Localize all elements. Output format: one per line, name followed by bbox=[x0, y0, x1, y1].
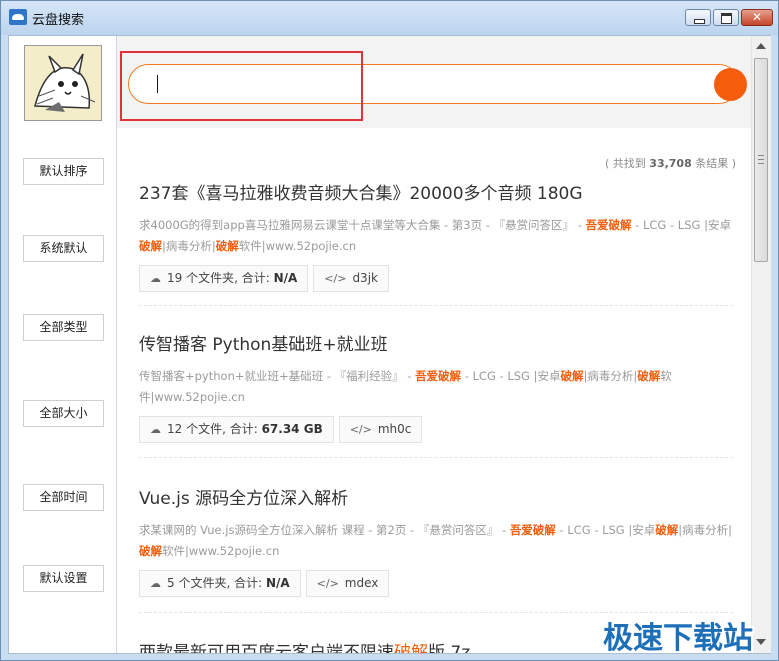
result-item: 传智播客 Python基础班+就业班 传智播客+python+就业班+基础班 -… bbox=[139, 330, 733, 444]
watermark-logo: 极速下载站 bbox=[603, 621, 753, 656]
maximize-icon bbox=[714, 10, 738, 25]
avatar-image bbox=[25, 46, 101, 120]
extract-code-tag[interactable]: </> d3jk bbox=[313, 265, 389, 292]
result-meta: ☁ 12 个文件, 合计: 67.34 GB </> mh0c bbox=[139, 416, 733, 444]
results-list[interactable]: ( 共找到 33,708 条结果 ) 237套《喜马拉雅收费音频大合集》2000… bbox=[117, 128, 751, 653]
result-title[interactable]: 传智播客 Python基础班+就业班 bbox=[139, 330, 733, 355]
sidebar: 默认排序 系统默认 全部类型 全部大小 全部时间 默认设置 bbox=[9, 36, 117, 653]
extract-code-tag[interactable]: </> mdex bbox=[305, 570, 390, 597]
minimize-icon bbox=[686, 10, 710, 25]
search-button[interactable] bbox=[714, 68, 747, 101]
file-info-tag: ☁ 19 个文件夹, 合计: N/A bbox=[139, 265, 309, 292]
code-icon: </> bbox=[316, 577, 339, 590]
cloud-app-icon bbox=[9, 9, 27, 25]
minimize-button[interactable] bbox=[685, 9, 711, 26]
result-item: Vue.js 源码全方位深入解析 求某课网的 Vue.js源码全方位深入解析 课… bbox=[139, 484, 733, 598]
maximize-button[interactable] bbox=[713, 9, 739, 26]
default-settings-button[interactable]: 默认设置 bbox=[23, 565, 104, 592]
code-icon: </> bbox=[324, 272, 347, 285]
divider bbox=[139, 457, 733, 459]
result-description: 求4000G的得到app喜马拉雅网易云课堂十点课堂等大合集 - 第3页 - 『悬… bbox=[139, 218, 731, 253]
result-item: 237套《喜马拉雅收费音频大合集》20000多个音频 180G 求4000G的得… bbox=[139, 179, 733, 293]
result-meta: ☁ 5 个文件夹, 合计: N/A </> mdex bbox=[139, 570, 733, 598]
client-area: 默认排序 系统默认 全部类型 全部大小 全部时间 默认设置 ( 共找到 33,7… bbox=[8, 35, 771, 654]
divider bbox=[139, 305, 733, 307]
cloud-icon: ☁ bbox=[150, 577, 161, 590]
scrollbar-thumb[interactable] bbox=[754, 58, 768, 262]
result-title[interactable]: 237套《喜马拉雅收费音频大合集》20000多个音频 180G bbox=[139, 179, 733, 204]
window-title: 云盘搜索 bbox=[32, 13, 85, 28]
vertical-scrollbar[interactable] bbox=[751, 36, 771, 653]
scroll-up-arrow-icon[interactable] bbox=[756, 43, 766, 49]
all-sizes-button[interactable]: 全部大小 bbox=[23, 400, 104, 427]
result-count: ( 共找到 33,708 条结果 ) bbox=[605, 157, 737, 170]
title-bar[interactable]: 云盘搜索 ✕ bbox=[1, 1, 778, 35]
cloud-icon: ☁ bbox=[150, 423, 161, 436]
all-types-button[interactable]: 全部类型 bbox=[23, 314, 104, 341]
result-description: 传智播客+python+就业班+基础班 - 『福利经验』 - 吾爱破解 - LC… bbox=[139, 369, 672, 404]
app-window: 云盘搜索 ✕ 默认排序 系统默认 全部类型 全部大小 全部时间 默认设置 (共… bbox=[0, 0, 779, 661]
cloud-icon: ☁ bbox=[150, 272, 161, 285]
file-info-tag: ☁ 5 个文件夹, 合计: N/A bbox=[139, 570, 301, 597]
grip-icon bbox=[758, 155, 764, 164]
file-info-tag: ☁ 12 个文件, 合计: 67.34 GB bbox=[139, 416, 334, 443]
result-meta: ☁ 19 个文件夹, 合计: N/A </> d3jk bbox=[139, 265, 733, 293]
sort-default-button[interactable]: 默认排序 bbox=[23, 158, 104, 185]
close-button[interactable]: ✕ bbox=[741, 9, 773, 26]
annotation-highlight-box bbox=[120, 51, 363, 121]
system-default-button[interactable]: 系统默认 bbox=[23, 235, 104, 262]
main-panel: ( 共找到 33,708 条结果 ) 237套《喜马拉雅收费音频大合集》2000… bbox=[117, 36, 751, 653]
search-area bbox=[117, 36, 751, 128]
code-icon: </> bbox=[349, 423, 372, 436]
extract-code-tag[interactable]: </> mh0c bbox=[338, 416, 423, 443]
result-description: 求某课网的 Vue.js源码全方位深入解析 课程 - 第2页 - 『悬赏问答区』… bbox=[139, 523, 732, 558]
close-icon: ✕ bbox=[751, 10, 763, 24]
scroll-down-arrow-icon[interactable] bbox=[756, 639, 766, 645]
result-title[interactable]: Vue.js 源码全方位深入解析 bbox=[139, 484, 733, 509]
all-time-button[interactable]: 全部时间 bbox=[23, 484, 104, 511]
avatar[interactable] bbox=[24, 45, 102, 121]
